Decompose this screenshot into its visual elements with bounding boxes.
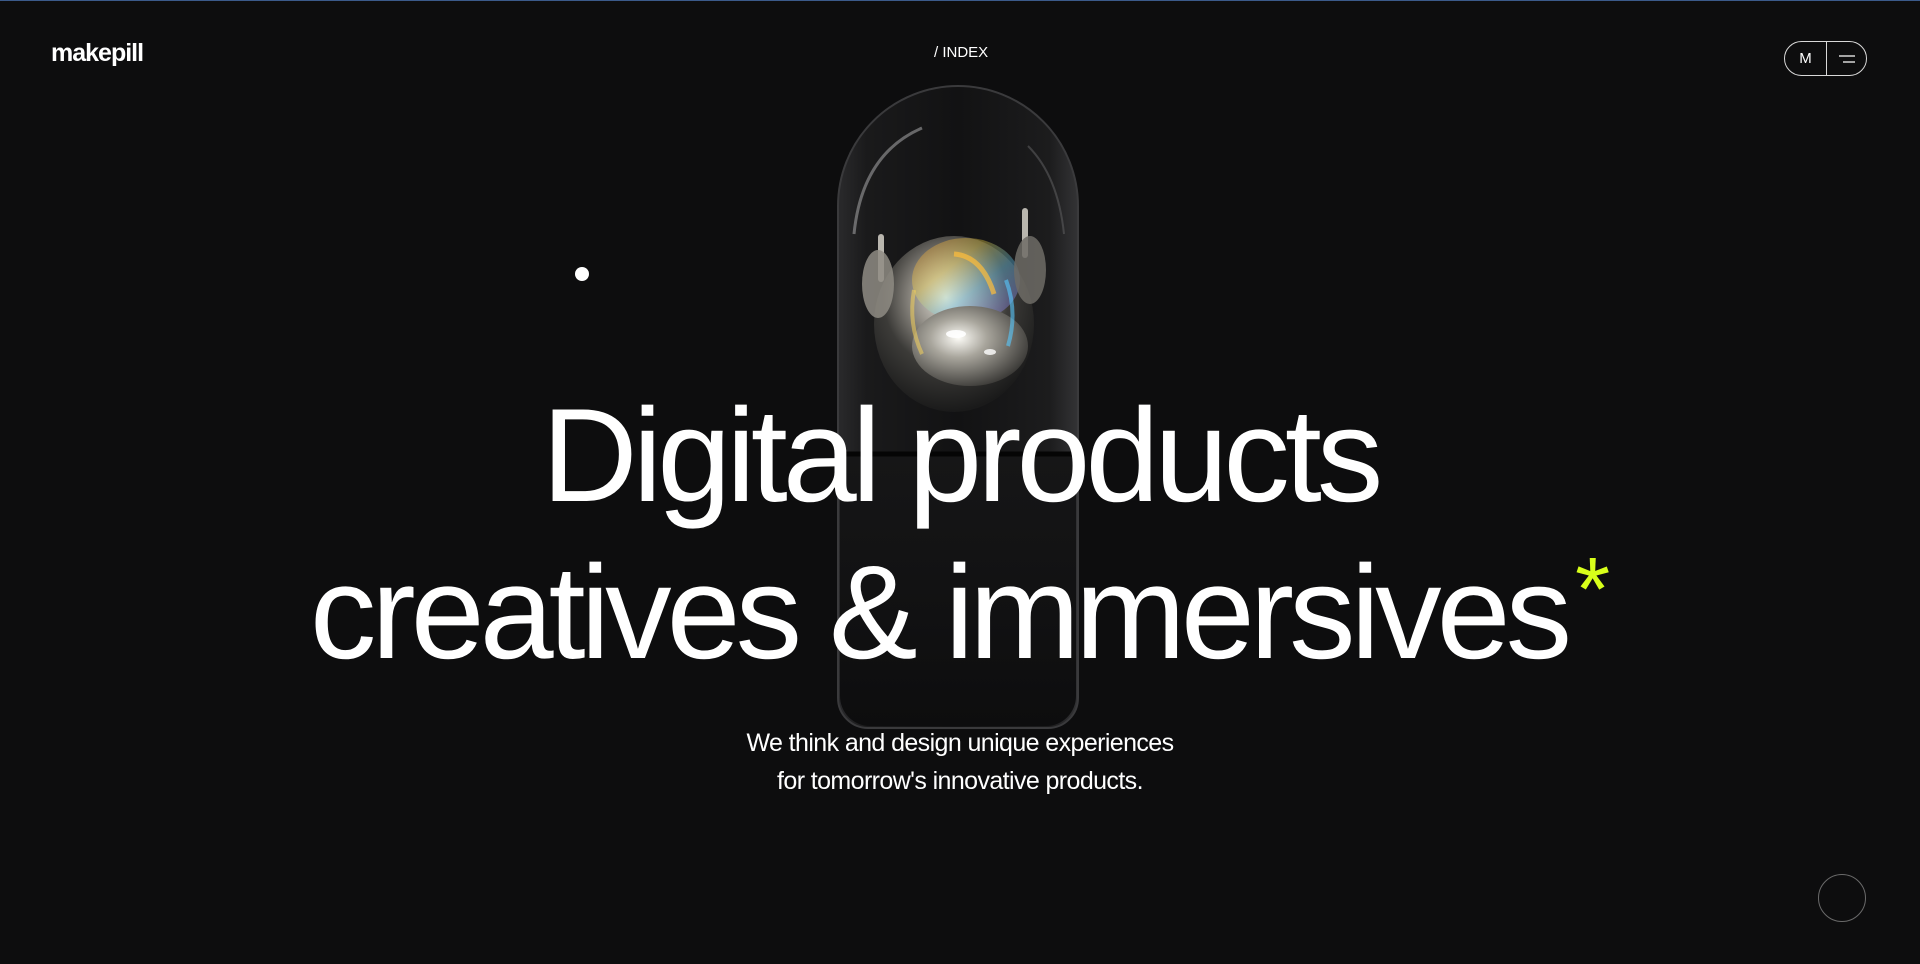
language-button[interactable]: M [1785, 42, 1827, 75]
headline-line-2: creatives & immersives* [0, 545, 1920, 680]
menu-button[interactable] [1827, 42, 1866, 75]
hamburger-icon [1838, 54, 1855, 63]
subline-line-2: for tomorrow's innovative products. [777, 767, 1143, 795]
page-label: / INDEX [934, 44, 989, 61]
subline-line-1: We think and design unique experiences [746, 729, 1174, 757]
scroll-circle-icon[interactable] [1818, 874, 1866, 922]
menu-pill: M [1784, 41, 1867, 76]
accent-asterisk: * [1575, 540, 1611, 640]
top-border [0, 0, 1920, 1]
headline-line-2-text: creatives & immersives [309, 539, 1572, 687]
logo[interactable]: makepill [51, 41, 144, 66]
cursor-dot-icon [575, 267, 589, 281]
headline-line-1: Digital products [541, 382, 1384, 530]
